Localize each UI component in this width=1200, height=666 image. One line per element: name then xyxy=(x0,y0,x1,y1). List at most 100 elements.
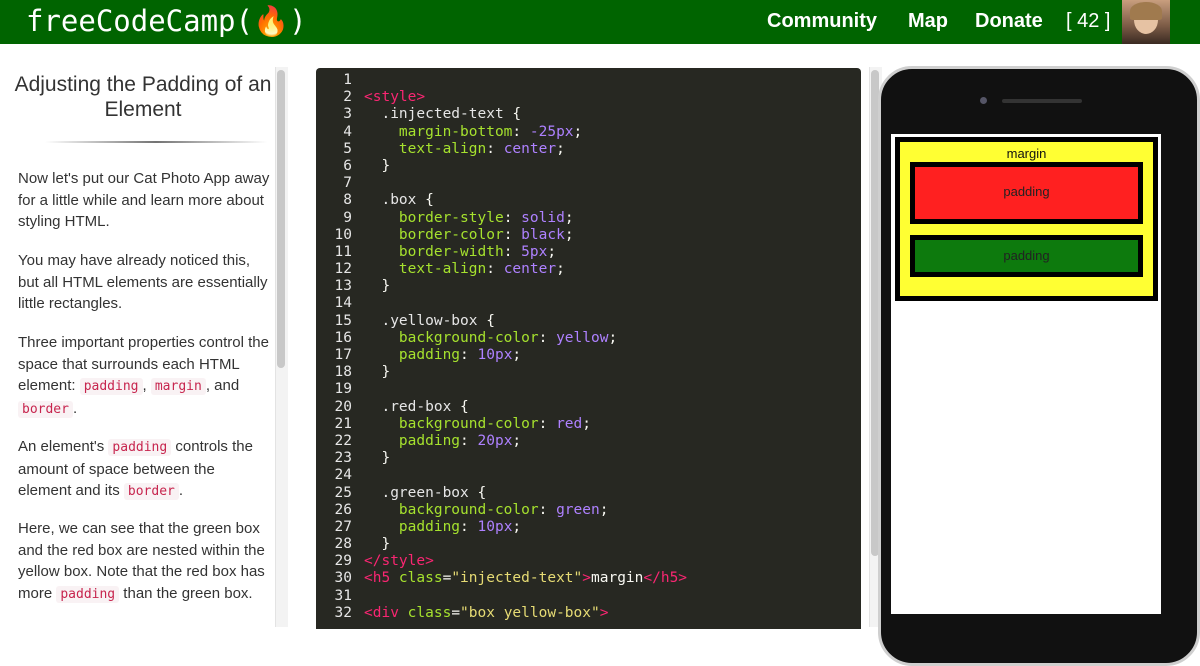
red-box-label: padding xyxy=(1003,184,1050,199)
line-number: 15 xyxy=(334,312,352,329)
line-number: 5 xyxy=(343,140,352,157)
code-token: } xyxy=(364,364,391,381)
code-line[interactable]: 15 .yellow-box { xyxy=(316,313,861,330)
code-token: .yellow-box xyxy=(364,312,487,329)
title-divider xyxy=(45,141,267,143)
code-token: green xyxy=(556,501,600,518)
code-line[interactable]: 12 text-align: center; xyxy=(316,261,861,278)
code-line[interactable]: 1 xyxy=(316,72,861,89)
nav-link-donate[interactable]: Donate xyxy=(975,0,1043,44)
line-number: 18 xyxy=(334,364,352,381)
code-token: margin-bottom xyxy=(364,123,513,140)
code-token: ; xyxy=(512,347,522,363)
code-token: class xyxy=(398,570,443,587)
code-token: background-color xyxy=(364,329,539,346)
brand-logo[interactable]: freeCodeCamp(🔥) xyxy=(26,2,307,40)
code-token: ; xyxy=(564,226,574,243)
code-token: : xyxy=(503,209,522,226)
code-line[interactable]: 29 </style> xyxy=(316,553,861,570)
lesson-scrollbar-thumb[interactable] xyxy=(277,70,285,368)
code-line[interactable]: 5 text-align: center; xyxy=(316,141,861,158)
line-number: 21 xyxy=(334,415,352,432)
code-line[interactable]: 27 padding: 10px; xyxy=(316,519,861,536)
line-number: 8 xyxy=(343,192,352,209)
code-token: : xyxy=(503,243,522,260)
code-token: "injected-text" xyxy=(451,570,583,587)
code-line[interactable]: 21 background-color: red; xyxy=(316,416,861,433)
green-box: padding xyxy=(910,235,1143,277)
code-token: } xyxy=(364,157,391,174)
code-token: text-align xyxy=(364,261,487,278)
code-line[interactable]: 20 .red-box { xyxy=(316,399,861,416)
code-token: 10px xyxy=(477,518,513,535)
code-token: } xyxy=(364,450,391,467)
phone-speaker xyxy=(1002,99,1082,103)
code-line[interactable]: 16 background-color: yellow; xyxy=(316,330,861,347)
code-line[interactable]: 8 .box { xyxy=(316,192,861,209)
line-number: 3 xyxy=(343,106,352,123)
yellow-box: margin padding padding xyxy=(895,137,1158,301)
code-line[interactable]: 11 border-width: 5px; xyxy=(316,244,861,261)
code-token: <div xyxy=(364,604,408,621)
code-token: background-color xyxy=(364,501,539,518)
code-token: > xyxy=(582,570,591,587)
code-line[interactable]: 7 xyxy=(316,175,861,192)
code-line[interactable]: 25 .green-box { xyxy=(316,485,861,502)
code-line[interactable]: 23 } xyxy=(316,450,861,467)
nav-link-map[interactable]: Map xyxy=(908,0,948,44)
line-number: 24 xyxy=(334,467,352,484)
code-line[interactable]: 31 xyxy=(316,588,861,605)
code-line[interactable]: 9 border-style: solid; xyxy=(316,210,861,227)
code-token: margin xyxy=(591,570,644,587)
code-editor[interactable]: 1 2 <style> 3 .injected-text {4 margin-bott… xyxy=(316,68,861,629)
code-line[interactable]: 2 <style> xyxy=(316,89,861,106)
code-line[interactable]: 30 <h5 class="injected-text">margin</h5> xyxy=(316,570,861,587)
code-token: black xyxy=(521,226,565,243)
code-token: = xyxy=(442,570,452,587)
phone-camera xyxy=(980,97,987,104)
code-line[interactable]: 19 xyxy=(316,381,861,398)
code-token: 20px xyxy=(477,432,513,449)
code-line[interactable]: 24 xyxy=(316,467,861,484)
preview-screen: margin padding padding xyxy=(891,134,1161,614)
code-line[interactable]: 26 background-color: green; xyxy=(316,502,861,519)
nav-link-community[interactable]: Community xyxy=(767,0,877,44)
code-token: ; xyxy=(573,123,583,140)
user-avatar[interactable] xyxy=(1122,0,1170,44)
code-line[interactable]: 4 margin-bottom: -25px; xyxy=(316,124,861,141)
code-line[interactable]: 18 } xyxy=(316,364,861,381)
code-line[interactable]: 14 xyxy=(316,295,861,312)
code-token: padding xyxy=(364,347,461,363)
line-number: 11 xyxy=(334,243,352,260)
green-box-label: padding xyxy=(1003,248,1050,263)
text-span: An element's xyxy=(18,438,109,455)
code-line[interactable]: 28 } xyxy=(316,536,861,553)
code-token: </h5> xyxy=(643,570,688,587)
line-number: 16 xyxy=(334,329,352,346)
code-line[interactable]: 17 padding: 10px; xyxy=(316,347,861,364)
lesson-paragraph-3: Three important properties control the s… xyxy=(18,332,270,420)
code-line[interactable]: 3 .injected-text { xyxy=(316,106,861,123)
code-line[interactable]: 6 } xyxy=(316,158,861,175)
line-number: 22 xyxy=(334,432,352,449)
code-token: : xyxy=(538,501,557,518)
code-token: padding xyxy=(364,432,461,449)
code-line[interactable]: 32 <div class="box yellow-box"> xyxy=(316,605,861,622)
text-span: , xyxy=(142,377,151,394)
line-number: 13 xyxy=(334,278,352,295)
code-token: .red-box xyxy=(364,398,461,415)
margin-heading: margin xyxy=(1006,146,1047,161)
code-token: { xyxy=(486,312,495,329)
points-counter[interactable]: [ 42 ] xyxy=(1066,0,1110,44)
code-line[interactable]: 22 padding: 20px; xyxy=(316,433,861,450)
code-padding: padding xyxy=(108,439,172,456)
code-token: : xyxy=(486,140,504,157)
code-token: ; xyxy=(599,501,609,518)
lesson-paragraph-1: Now let's put our Cat Photo App away for… xyxy=(18,170,270,230)
code-token: <h5 xyxy=(364,570,399,587)
top-navbar: freeCodeCamp(🔥) Community Map Donate [ 4… xyxy=(0,0,1200,44)
code-lines[interactable]: 1 2 <style> 3 .injected-text {4 margin-bott… xyxy=(316,72,861,622)
code-line[interactable]: 13 } xyxy=(316,278,861,295)
code-token: } xyxy=(364,278,391,295)
code-line[interactable]: 10 border-color: black; xyxy=(316,227,861,244)
